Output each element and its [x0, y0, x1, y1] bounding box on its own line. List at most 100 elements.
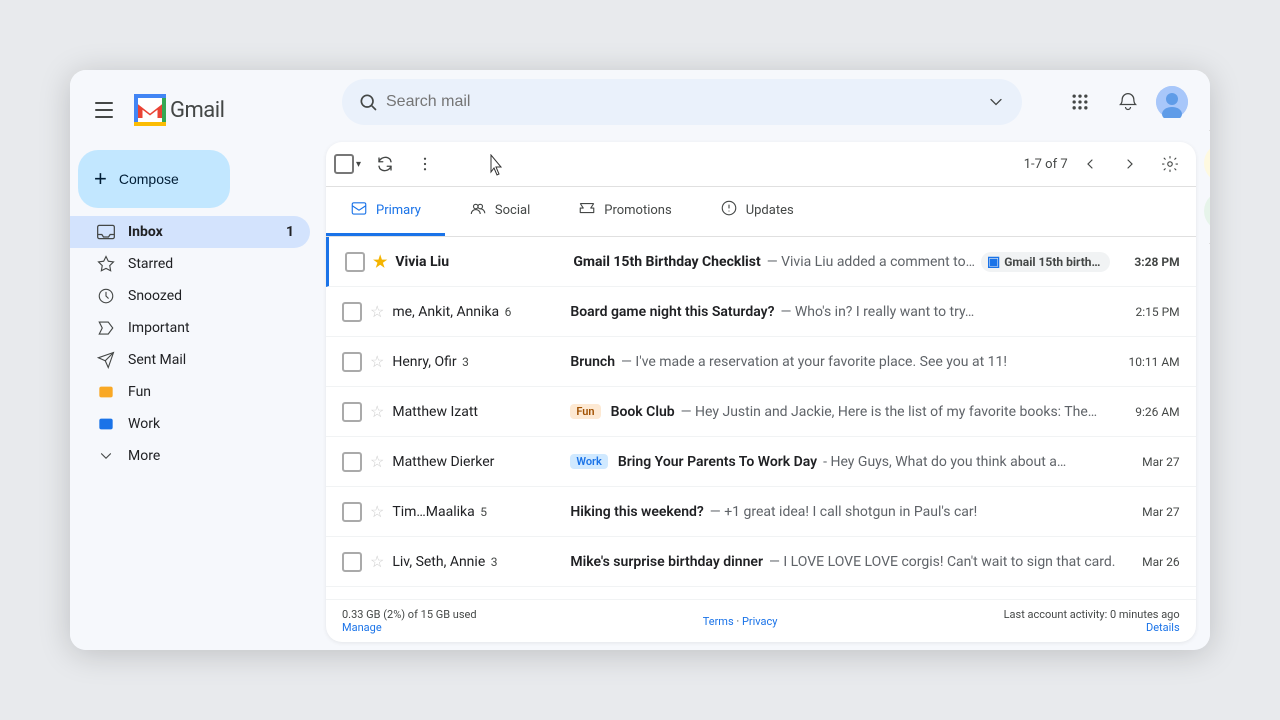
email-star[interactable]: ☆: [370, 302, 384, 321]
select-all-checkbox[interactable]: [334, 154, 354, 174]
right-sidebar: [1204, 70, 1210, 650]
hamburger-button[interactable]: [86, 92, 122, 128]
more-label: More: [128, 448, 294, 464]
settings-button[interactable]: [1152, 146, 1188, 182]
search-input[interactable]: [386, 93, 978, 111]
search-bar[interactable]: [342, 79, 1022, 125]
sidebar-item-sent[interactable]: Sent Mail: [70, 344, 310, 376]
compose-label: Compose: [119, 171, 179, 187]
email-checkbox[interactable]: [342, 452, 362, 472]
rs-divider: [1209, 130, 1210, 131]
email-star[interactable]: ★: [373, 252, 387, 271]
prev-page-button[interactable]: [1072, 146, 1108, 182]
email-sender: Tim…Maalika 5: [392, 504, 562, 520]
starred-icon: [96, 254, 116, 274]
sidebar-item-inbox[interactable]: Inbox 1: [70, 216, 310, 248]
notifications-button[interactable]: [1108, 82, 1148, 122]
email-subject: Gmail 15th Birthday Checklist: [573, 254, 760, 270]
next-page-button[interactable]: [1112, 146, 1148, 182]
email-star[interactable]: ☆: [370, 402, 384, 421]
email-snippet: — Hey Justin and Jackie, Here is the lis…: [681, 404, 1097, 420]
sidebar-item-fun[interactable]: Fun: [70, 376, 310, 408]
compose-plus-icon: +: [94, 166, 107, 192]
email-snippet: - Hey Guys, What do you think about a…: [823, 454, 1066, 470]
email-snippet: — I LOVE LOVE LOVE corgis! Can't wait to…: [769, 554, 1116, 570]
apps-button[interactable]: [1060, 82, 1100, 122]
inbox-label: Inbox: [128, 224, 274, 240]
rs-divider2: [1209, 243, 1210, 244]
manage-link[interactable]: Manage: [342, 621, 382, 634]
tab-primary[interactable]: Primary: [326, 187, 445, 236]
snoozed-label: Snoozed: [128, 288, 294, 304]
sidebar-header: Gmail: [70, 78, 326, 142]
email-sender: Henry, Ofir 3: [392, 354, 562, 370]
sent-label: Sent Mail: [128, 352, 294, 368]
privacy-link[interactable]: Privacy: [742, 615, 778, 628]
email-checkbox[interactable]: [342, 502, 362, 522]
contacts-icon-btn[interactable]: [1204, 191, 1210, 231]
sidebar-item-snoozed[interactable]: Snoozed: [70, 280, 310, 312]
email-row[interactable]: ☆ Henry, Ofir 3 Brunch — I've made a res…: [326, 337, 1196, 387]
email-subject: Board game night this Saturday?: [570, 304, 774, 320]
cursor-icon: [487, 154, 507, 178]
sidebar-item-work[interactable]: Work: [70, 408, 310, 440]
email-star[interactable]: ☆: [370, 452, 384, 471]
email-attachment: ▣ Gmail 15th birth…: [981, 252, 1110, 272]
add-addon-button[interactable]: [1204, 256, 1210, 296]
email-row[interactable]: ☆ me, Ankit, Annika 6 Board game night t…: [326, 287, 1196, 337]
app-window: Gmail + Compose Inbox 1: [70, 70, 1210, 650]
gmail-m-icon: [134, 94, 166, 126]
email-row[interactable]: ☆ Tim…Maalika 5 Hiking this weekend? — +…: [326, 487, 1196, 537]
tasks-icon-btn[interactable]: [1204, 143, 1210, 183]
email-sender: me, Ankit, Annika 6: [392, 304, 562, 320]
email-sender: Vivia Liu: [395, 254, 565, 270]
fun-label: Fun: [128, 384, 294, 400]
sidebar-item-important[interactable]: Important: [70, 312, 310, 344]
work-label: Work: [128, 416, 294, 432]
email-body: Hiking this weekend? — +1 great idea! I …: [570, 504, 1118, 520]
search-dropdown-icon[interactable]: [986, 92, 1006, 112]
email-snippet: — I've made a reservation at your favori…: [621, 354, 1007, 370]
sidebar-item-more[interactable]: More: [70, 440, 310, 472]
compose-button[interactable]: + Compose: [78, 150, 230, 208]
starred-label: Starred: [128, 256, 294, 272]
gmail-title: Gmail: [170, 98, 224, 123]
email-checkbox[interactable]: [342, 552, 362, 572]
email-star[interactable]: ☆: [370, 502, 384, 521]
footer-right: Last account activity: 0 minutes ago Det…: [1004, 608, 1180, 634]
important-label: Important: [128, 320, 294, 336]
tab-updates[interactable]: Updates: [696, 187, 818, 236]
email-body: Work Bring Your Parents To Work Day - He…: [570, 454, 1118, 470]
email-subject: Mike's surprise birthday dinner: [570, 554, 763, 570]
select-dropdown-icon[interactable]: ▾: [354, 157, 363, 172]
email-checkbox[interactable]: [342, 352, 362, 372]
sidebar-item-starred[interactable]: Starred: [70, 248, 310, 280]
refresh-button[interactable]: [367, 146, 403, 182]
email-row[interactable]: ☆ Liv, Seth, Annie 3 Mike's surprise bir…: [326, 537, 1196, 587]
email-row[interactable]: ★ Vivia Liu Gmail 15th Birthday Checklis…: [326, 237, 1196, 287]
details-link[interactable]: Details: [1146, 621, 1180, 634]
terms-link[interactable]: Terms: [703, 615, 734, 628]
email-checkbox[interactable]: [342, 302, 362, 322]
email-body: Brunch — I've made a reservation at your…: [570, 354, 1104, 370]
tab-social-label: Social: [495, 203, 530, 218]
email-star[interactable]: ☆: [370, 352, 384, 371]
email-checkbox[interactable]: [342, 402, 362, 422]
calendar-icon-btn[interactable]: [1204, 78, 1210, 118]
email-row[interactable]: ☆ Matthew Izatt Fun Book Club — Hey Just…: [326, 387, 1196, 437]
email-body: Board game night this Saturday? — Who's …: [570, 304, 1111, 320]
tab-social[interactable]: Social: [445, 187, 554, 236]
main-area: ▾: [326, 70, 1204, 650]
email-row[interactable]: ☆ Matthew Dierker Work Bring Your Parent…: [326, 437, 1196, 487]
email-checkbox[interactable]: [345, 252, 365, 272]
email-sender: Liv, Seth, Annie 3: [392, 554, 562, 570]
search-icon: [358, 92, 378, 112]
storage-text: 0.33 GB (2%) of 15 GB used: [342, 608, 477, 621]
avatar[interactable]: [1156, 86, 1188, 118]
sidebar: Gmail + Compose Inbox 1: [70, 70, 326, 650]
primary-tab-icon: [350, 199, 368, 221]
tab-promotions[interactable]: Promotions: [554, 187, 695, 236]
email-count: 3: [462, 355, 469, 369]
email-star[interactable]: ☆: [370, 552, 384, 571]
more-options-button[interactable]: [407, 146, 443, 182]
